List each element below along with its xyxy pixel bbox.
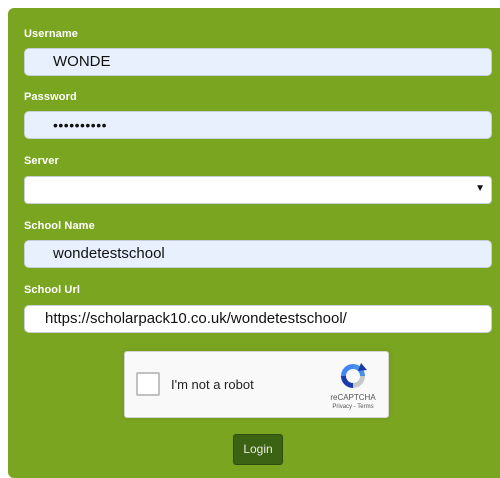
school-name-input[interactable]: wondetestschool <box>24 240 492 268</box>
school-url-input[interactable]: https://scholarpack10.co.uk/wondetestsch… <box>24 305 492 333</box>
login-form-panel: Username WONDE Password •••••••••• Serve… <box>8 8 500 478</box>
recaptcha-checkbox[interactable] <box>136 372 160 396</box>
dropdown-arrow-icon: ▼ <box>475 183 485 194</box>
recaptcha-terms-link[interactable]: Terms <box>357 404 373 410</box>
recaptcha-brand: reCAPTCHA <box>330 393 376 402</box>
server-label: Server <box>24 155 59 167</box>
recaptcha-logo: reCAPTCHA Privacy - Terms <box>323 361 383 413</box>
recaptcha-logo-icon <box>341 363 367 388</box>
recaptcha-privacy-link[interactable]: Privacy <box>332 404 352 410</box>
recaptcha-label: I'm not a robot <box>171 377 254 392</box>
recaptcha-widget: I'm not a robot reCAPTCHA Privacy - Term… <box>124 351 389 418</box>
recaptcha-links: Privacy - Terms <box>323 404 383 410</box>
school-name-label: School Name <box>24 220 95 232</box>
username-label: Username <box>24 28 78 40</box>
password-label: Password <box>24 91 77 103</box>
school-url-label: School Url <box>24 284 81 296</box>
server-select[interactable]: ▼ <box>24 176 492 204</box>
login-button[interactable]: Login <box>233 434 283 465</box>
username-input[interactable]: WONDE <box>24 48 492 76</box>
password-input[interactable]: •••••••••• <box>24 111 492 139</box>
